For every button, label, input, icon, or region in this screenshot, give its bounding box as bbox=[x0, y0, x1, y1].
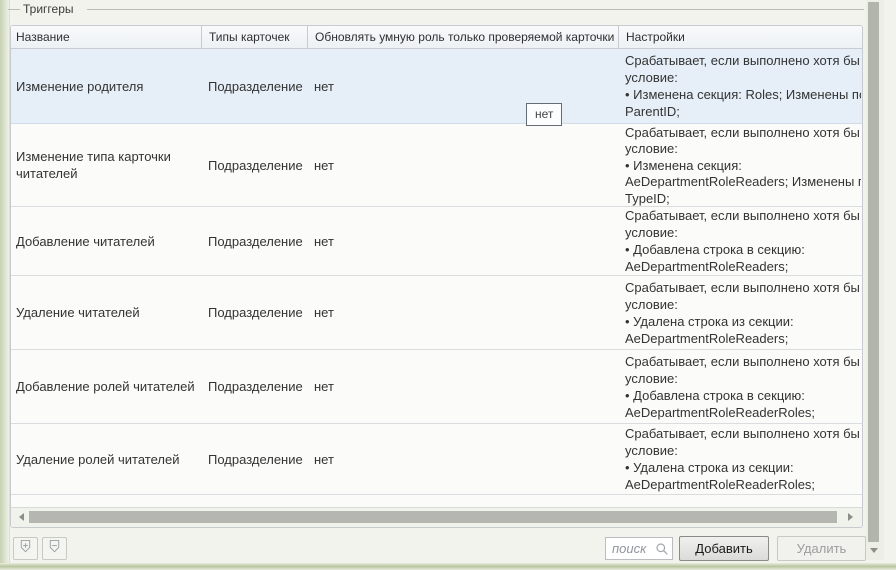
window-left-edge bbox=[0, 0, 10, 564]
trigger-update-only: нет bbox=[314, 350, 414, 423]
scroll-right-arrow-icon[interactable] bbox=[848, 513, 853, 521]
search-icon bbox=[655, 542, 669, 556]
table-row[interactable]: Изменение родителя Подразделение нет Сра… bbox=[11, 49, 862, 124]
table-header: Название Типы карточек Обновлять умную р… bbox=[11, 26, 862, 49]
trigger-update-only: нет bbox=[314, 424, 414, 494]
trigger-card-types: Подразделение bbox=[208, 276, 308, 349]
trigger-settings: Срабатывает, если выполнено хотя бы о ус… bbox=[625, 424, 861, 494]
column-header-update-only[interactable]: Обновлять умную роль только проверяемой … bbox=[307, 26, 618, 48]
trigger-card-types: Подразделение bbox=[208, 49, 308, 123]
trigger-name: Добавление ролей читателей bbox=[16, 350, 201, 423]
trigger-update-only: нет bbox=[314, 207, 414, 275]
scroll-left-arrow-icon[interactable] bbox=[19, 513, 24, 521]
shield-plus-button[interactable] bbox=[13, 537, 38, 560]
add-button[interactable]: Добавить bbox=[679, 536, 769, 561]
shield-minus-icon bbox=[47, 539, 62, 559]
delete-button[interactable]: Удалить bbox=[777, 536, 866, 561]
shield-plus-icon bbox=[18, 539, 33, 559]
trigger-card-types: Подразделение bbox=[208, 207, 308, 275]
trigger-settings: Срабатывает, если выполнено хотя бы о ус… bbox=[625, 276, 861, 349]
column-header-card-types[interactable]: Типы карточек bbox=[201, 26, 307, 48]
trigger-update-only: нет bbox=[314, 124, 414, 206]
trigger-card-types: Подразделение bbox=[208, 424, 308, 494]
trigger-name: Добавление читателей bbox=[16, 207, 201, 275]
trigger-update-only: нет bbox=[314, 49, 414, 123]
table-row[interactable]: Добавление читателей Подразделение нет С… bbox=[11, 207, 862, 276]
window-bottom-edge bbox=[0, 563, 896, 570]
groupbox-border-line bbox=[8, 9, 20, 10]
trigger-name: Удаление ролей читателей bbox=[16, 424, 201, 494]
trigger-name: Изменение типа карточки читателей bbox=[16, 124, 201, 206]
tooltip: нет bbox=[526, 103, 562, 126]
triggers-table: Название Типы карточек Обновлять умную р… bbox=[10, 25, 863, 528]
trigger-settings: Срабатывает, если выполнено хотя бы о ус… bbox=[625, 350, 861, 423]
trigger-settings: Срабатывает, если выполнено хотя бы о ус… bbox=[625, 207, 861, 275]
trigger-name: Изменение родителя bbox=[16, 49, 201, 123]
trigger-card-types: Подразделение bbox=[208, 124, 308, 206]
horizontal-scrollbar-thumb[interactable] bbox=[29, 511, 837, 523]
trigger-update-only: нет bbox=[314, 276, 414, 349]
shield-minus-button[interactable] bbox=[42, 537, 67, 560]
trigger-name: Удаление читателей bbox=[16, 276, 201, 349]
scroll-down-arrow-icon[interactable] bbox=[870, 548, 878, 553]
table-row[interactable]: Изменение типа карточки читателей Подраз… bbox=[11, 124, 862, 207]
column-header-name[interactable]: Название bbox=[16, 26, 201, 48]
search-box bbox=[605, 537, 673, 560]
horizontal-scrollbar[interactable] bbox=[11, 507, 862, 527]
groupbox-title: Триггеры bbox=[23, 2, 74, 16]
groupbox-border-line bbox=[87, 9, 864, 10]
triggers-panel-window: Триггеры Название Типы карточек Обновлят… bbox=[0, 0, 896, 570]
column-header-settings[interactable]: Настройки bbox=[618, 26, 862, 48]
table-row[interactable]: Удаление ролей читателей Подразделение н… bbox=[11, 424, 862, 495]
trigger-settings: Срабатывает, если выполнено хотя бы о ус… bbox=[625, 124, 861, 206]
table-row[interactable]: Удаление читателей Подразделение нет Сра… bbox=[11, 276, 862, 350]
vertical-scrollbar[interactable] bbox=[866, 0, 884, 560]
vertical-scrollbar-thumb[interactable] bbox=[868, 2, 879, 542]
trigger-settings: Срабатывает, если выполнено хотя бы о ус… bbox=[625, 49, 861, 123]
trigger-card-types: Подразделение bbox=[208, 350, 308, 423]
table-row[interactable]: Добавление ролей читателей Подразделение… bbox=[11, 350, 862, 424]
